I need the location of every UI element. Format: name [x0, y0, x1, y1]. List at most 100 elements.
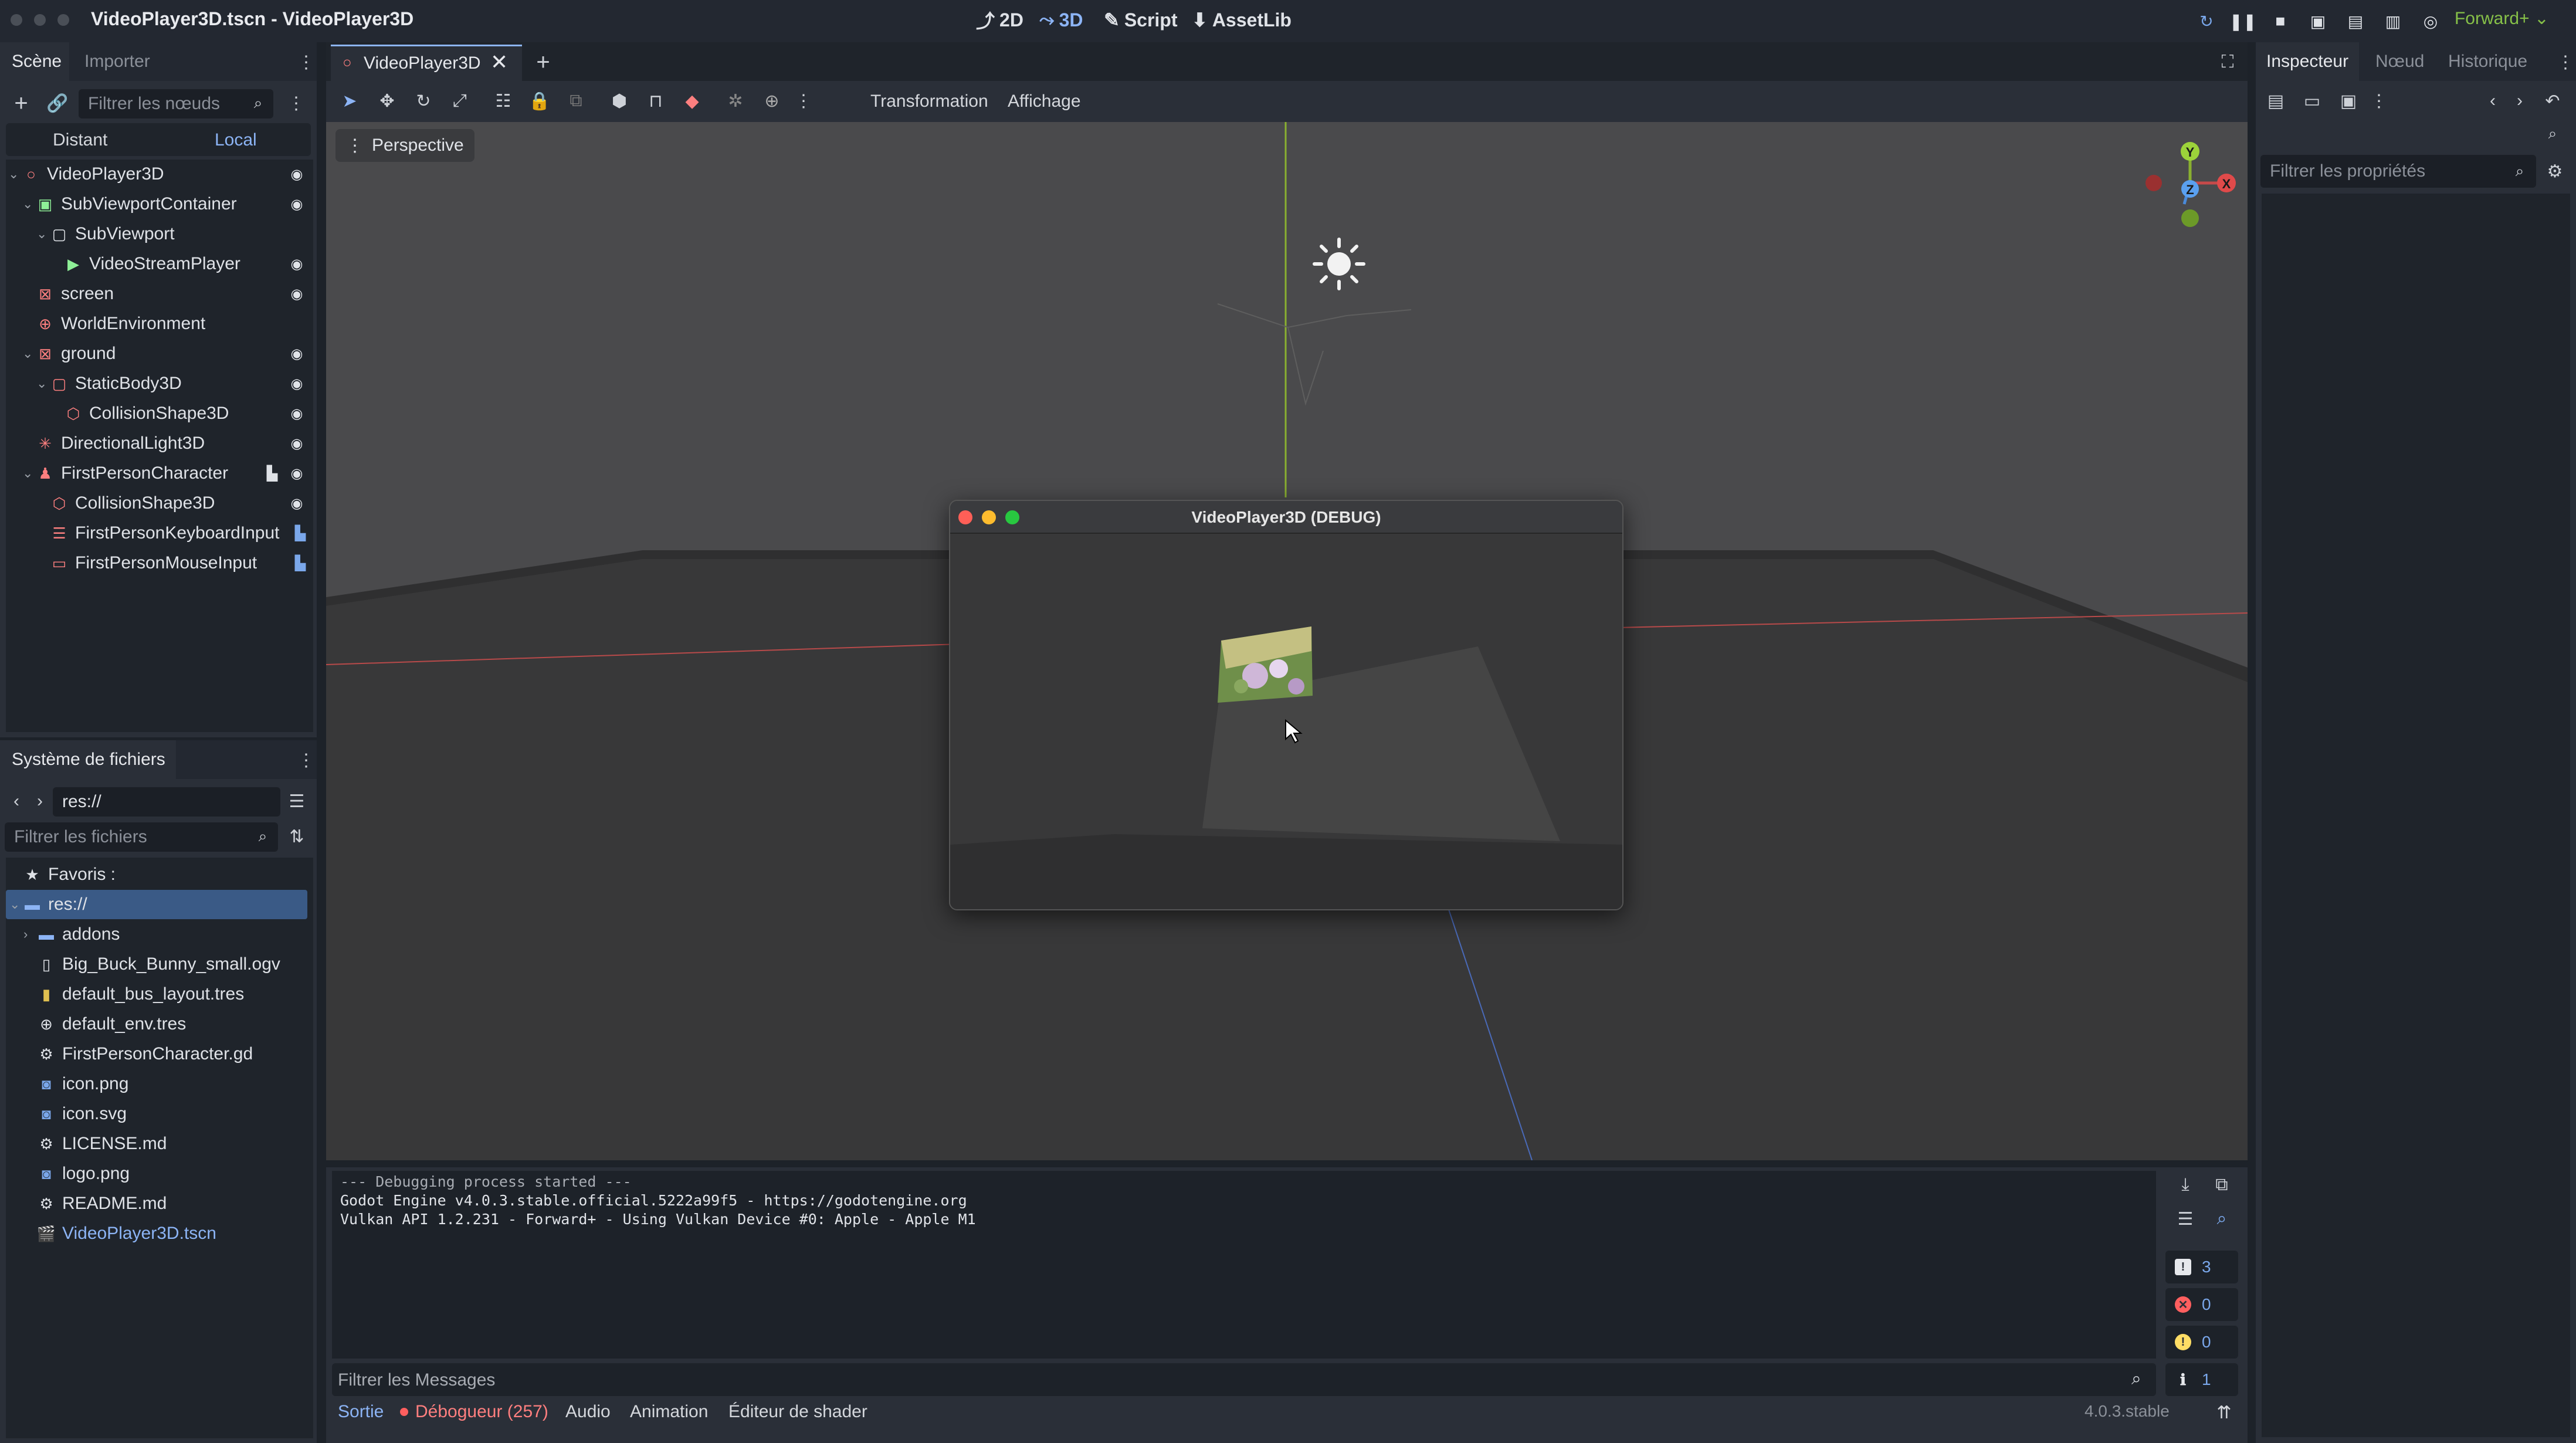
directional-light-gizmo[interactable] — [1217, 238, 1412, 406]
file-row[interactable]: ▮ default_bus_layout.tres — [38, 980, 244, 1009]
back-icon[interactable]: ‹ — [8, 788, 25, 814]
script-attached-icon[interactable]: ▙ — [264, 465, 280, 482]
mode-2d-button[interactable]: ⤴ 2D — [976, 7, 1023, 33]
visibility-eye-icon[interactable]: ◉ — [287, 494, 306, 513]
tree-node-screen[interactable]: ⊠ screen ◉ — [36, 279, 303, 309]
tree-node-collisionshape3d[interactable]: ⬡ CollisionShape3D ◉ — [65, 399, 303, 428]
maximize-window-button[interactable] — [57, 14, 69, 26]
lock-icon[interactable]: 🔒 — [528, 89, 551, 113]
tab-shader-editor[interactable]: Éditeur de shader — [728, 1402, 867, 1422]
scene-tab[interactable]: ○ VideoPlayer3D ✕ — [331, 45, 522, 81]
reload-icon[interactable]: ↻ — [2196, 11, 2217, 32]
property-options-icon[interactable]: ⚙ — [2543, 158, 2567, 184]
recent-history-icon[interactable]: ↶ — [2541, 89, 2564, 113]
remote-tree-button[interactable]: Distant — [53, 130, 107, 150]
output-log[interactable]: --- Debugging process started --- Godot … — [332, 1171, 2156, 1359]
dock-menu-icon[interactable]: ⋮ — [297, 750, 315, 771]
errors-filter-toggle[interactable]: ✕ 0 — [2165, 1288, 2238, 1321]
history-forward-icon[interactable]: › — [2509, 89, 2530, 113]
filter-nodes-input[interactable]: Filtrer les nœuds — [79, 89, 273, 118]
tree-node-ground[interactable]: ⌄ ⊠ ground ◉ — [22, 339, 303, 368]
preview-options-icon[interactable]: ⋮ — [795, 89, 812, 113]
mode-script-button[interactable]: ✎ Script — [1104, 7, 1178, 33]
local-space-icon[interactable]: ⬢ — [608, 89, 631, 113]
resource-options-icon[interactable]: ⋮ — [2370, 89, 2388, 113]
tab-filesystem[interactable]: Système de fichiers — [12, 750, 165, 770]
file-row[interactable]: ⊕ default_env.tres — [38, 1010, 186, 1039]
file-row[interactable]: ◙ icon.png — [38, 1069, 128, 1099]
path-field[interactable]: res:// — [53, 787, 280, 817]
file-row[interactable]: ⚙ FirstPersonCharacter.gd — [38, 1039, 253, 1069]
script-attached-icon[interactable]: ▙ — [292, 524, 309, 542]
sun-preview-icon[interactable]: ✲ — [724, 89, 747, 113]
tab-output[interactable]: Sortie — [338, 1402, 384, 1422]
docs-search-icon[interactable]: ⌕ — [2541, 122, 2564, 145]
list-select-icon[interactable]: ☷ — [492, 89, 515, 113]
history-back-icon[interactable]: ‹ — [2482, 89, 2503, 113]
info-filter-toggle[interactable]: ℹ1 — [2165, 1363, 2238, 1396]
tree-node-staticbody3d[interactable]: ⌄ ▢ StaticBody3D ◉ — [36, 369, 303, 398]
expand-panel-icon[interactable]: ⇈ — [2214, 1402, 2235, 1423]
tab-audio[interactable]: Audio — [565, 1402, 611, 1422]
visibility-eye-icon[interactable]: ◉ — [287, 374, 306, 393]
visibility-eye-icon[interactable]: ◉ — [287, 195, 306, 214]
select-tool-icon[interactable]: ➤ — [338, 89, 361, 113]
file-row[interactable]: 🎬 VideoPlayer3D.tscn — [37, 1219, 216, 1248]
mode-assetlib-button[interactable]: ⬇ AssetLib — [1192, 7, 1292, 33]
distraction-free-icon[interactable]: ⛶ — [2215, 49, 2241, 75]
new-resource-icon[interactable]: ▤ — [2264, 89, 2287, 113]
tree-node-videostreamplayer[interactable]: ▶ VideoStreamPlayer ◉ — [65, 249, 303, 279]
view-menu[interactable]: Affichage — [1008, 92, 1081, 111]
snap-icon[interactable]: ⊓ — [644, 89, 667, 113]
filter-properties-input[interactable]: Filtrer les propriétés — [2260, 155, 2536, 188]
version-label[interactable]: 4.0.3.stable — [2084, 1402, 2170, 1421]
remote-debug-icon[interactable]: ▣ — [2307, 11, 2328, 32]
tree-node-firstpersonmouseinput[interactable]: ▭ FirstPersonMouseInput ▙ — [50, 548, 306, 578]
file-row[interactable]: ⚙ LICENSE.md — [38, 1129, 167, 1159]
pause-icon[interactable]: ❚❚ — [2229, 11, 2257, 32]
scale-tool-icon[interactable]: ⤢ — [448, 89, 472, 113]
minimize-window-button[interactable] — [34, 14, 46, 26]
visibility-eye-icon[interactable]: ◉ — [287, 404, 306, 423]
collapse-messages-icon[interactable]: ☰ — [2174, 1207, 2197, 1231]
file-root-row[interactable]: ⌄ ▬ res:// — [6, 890, 307, 919]
visibility-eye-icon[interactable]: ◉ — [287, 284, 306, 303]
file-row[interactable]: ◙ logo.png — [38, 1159, 130, 1188]
tab-import[interactable]: Importer — [84, 52, 150, 72]
tree-node-firstpersonkeyboardinput[interactable]: ☰ FirstPersonKeyboardInput ▙ — [50, 519, 306, 548]
filter-files-input[interactable]: Filtrer les fichiers — [5, 822, 278, 852]
file-row-addons[interactable]: › ▬ addons — [23, 920, 120, 949]
local-tree-button[interactable]: Local — [215, 130, 257, 150]
renderer-dropdown[interactable]: Forward+ ⌄ — [2455, 8, 2549, 29]
stop-icon[interactable]: ■ — [2270, 11, 2291, 32]
tree-node-subviewport[interactable]: ⌄ ▢ SubViewport — [36, 219, 175, 249]
tree-node-collisionshape3d-2[interactable]: ⬡ CollisionShape3D ◉ — [50, 489, 303, 518]
copy-log-icon[interactable]: ⧉ — [2210, 1173, 2233, 1197]
favorites-row[interactable]: ★ Favoris : — [23, 860, 116, 889]
add-node-icon[interactable]: + — [9, 90, 33, 116]
tree-node-videoplayer3d[interactable]: ⌄ ○ VideoPlayer3D ◉ — [8, 160, 303, 189]
scene-options-icon[interactable]: ⋮ — [287, 90, 305, 116]
new-scene-tab-icon[interactable]: + — [530, 49, 556, 75]
tree-node-worldenvironment[interactable]: ⊕ WorldEnvironment — [36, 309, 205, 338]
visibility-eye-icon[interactable]: ◉ — [287, 344, 306, 363]
move-tool-icon[interactable]: ✥ — [375, 89, 399, 113]
play-custom-scene-icon[interactable]: ▥ — [2382, 11, 2404, 32]
close-window-button[interactable] — [11, 14, 22, 26]
file-row[interactable]: ⚙ README.md — [38, 1189, 167, 1218]
axis-gizmo[interactable]: Y X Z — [2137, 134, 2243, 239]
clear-log-icon[interactable]: ⤓ — [2174, 1173, 2197, 1197]
save-resource-icon[interactable]: ▣ — [2337, 89, 2360, 113]
camera-override-icon[interactable]: ◆ — [680, 89, 704, 113]
play-scene-icon[interactable]: ▤ — [2345, 11, 2366, 32]
forward-icon[interactable]: › — [32, 788, 48, 814]
tab-scene[interactable]: Scène — [12, 52, 62, 72]
instance-scene-icon[interactable]: 🔗 — [46, 90, 69, 116]
sort-icon[interactable]: ⇅ — [285, 825, 309, 848]
debug-window-titlebar[interactable]: VideoPlayer3D (DEBUG) — [950, 501, 1622, 534]
dock-menu-icon[interactable]: ⋮ — [2557, 52, 2574, 73]
game-debug-window[interactable]: VideoPlayer3D (DEBUG) — [949, 500, 1623, 910]
visibility-eye-icon[interactable]: ◉ — [287, 434, 306, 453]
group-icon[interactable]: ⧉ — [564, 89, 588, 113]
tab-inspector[interactable]: Inspecteur — [2266, 52, 2348, 72]
